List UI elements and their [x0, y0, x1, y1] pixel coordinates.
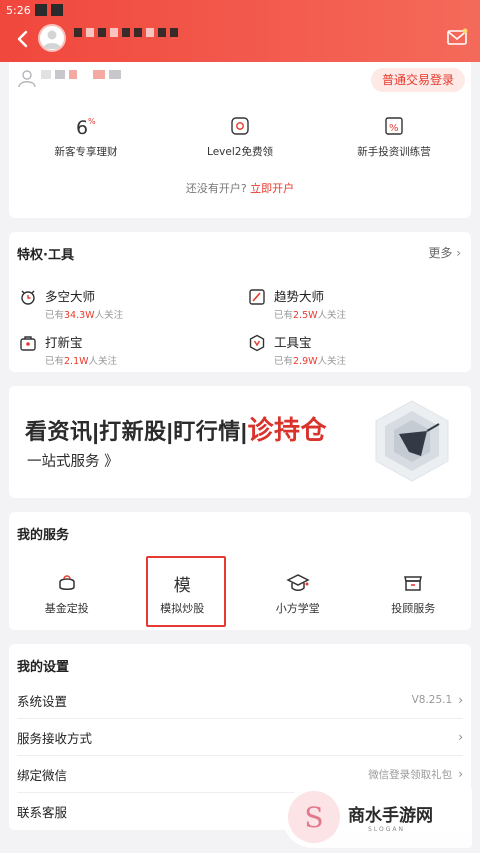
feature-label: 新手投资训练营 — [357, 146, 431, 158]
service-mock-trading[interactable]: 模 模拟炒股 — [125, 556, 241, 627]
chevron-right-icon: › — [456, 246, 461, 260]
account-card: 普通交易登录 6% 新客专享理财 Level2免费领 % 新手投资训练营 还没有… — [9, 62, 471, 218]
tool-daxinbao[interactable]: 打新宝 已有2.1W人关注 — [19, 332, 117, 367]
tool-followers: 已有2.1W人关注 — [45, 356, 118, 367]
back-icon[interactable] — [14, 30, 30, 48]
feature-level2[interactable]: Level2免费领 — [175, 114, 305, 159]
tool-followers: 已有34.3W人关注 — [45, 310, 124, 321]
section-title: 我的设置 — [17, 660, 70, 675]
settings-row-name: 服务接收方式 — [17, 730, 93, 746]
watermark-text: 商水手游网 — [348, 806, 433, 826]
graduation-cap-icon — [240, 568, 356, 598]
privileges-card: 特权·工具 更多 › 多空大师 已有34.3W人关注 趋势大师 已有2.5W人关… — [9, 232, 471, 372]
chevron-right-icon: › — [458, 767, 463, 781]
notification-icon — [50, 4, 63, 16]
banner-subtitle: 一站式服务 》 — [27, 454, 119, 470]
section-title: 我的服务 — [17, 528, 70, 543]
status-bar: 5:26 — [6, 2, 63, 18]
settings-row-name: 系统设置 — [17, 693, 68, 709]
level2-icon — [175, 114, 305, 138]
service-fund-plan[interactable]: 基金定投 — [9, 556, 125, 622]
status-time: 5:26 — [6, 3, 31, 17]
login-button[interactable]: 普通交易登录 — [370, 68, 465, 92]
settings-row-system[interactable]: 系统设置 V8.25.1 › — [17, 682, 463, 719]
settings-row-name: 联系客服 — [17, 805, 68, 820]
service-label: 投顾服务 — [391, 602, 436, 615]
tool-gongjubao[interactable]: 工具宝 已有2.9W人关注 — [248, 332, 346, 367]
watermark-sub: SLOGAN — [368, 826, 405, 833]
open-account-prompt: 还没有开户? — [185, 182, 247, 195]
services-card: 我的服务 基金定投 模 模拟炒股 小方学堂 投顾服务 — [9, 512, 471, 630]
tool-trend[interactable]: 趋势大师 已有2.5W人关注 — [248, 286, 346, 321]
banner-highlight: 诊持仓 — [247, 415, 327, 445]
feature-row: 6% 新客专享理财 Level2免费领 % 新手投资训练营 — [9, 114, 471, 159]
tool-followers: 已有2.9W人关注 — [274, 356, 347, 367]
watermark: S 商水手游网 SLOGAN — [282, 786, 472, 848]
open-account-link[interactable]: 立即开户 — [250, 182, 294, 195]
services-row: 基金定投 模 模拟炒股 小方学堂 投顾服务 — [9, 556, 472, 627]
service-advisor[interactable]: 投顾服务 — [356, 556, 472, 622]
masked-account-id — [41, 70, 121, 79]
shield-icon — [248, 334, 266, 352]
settings-row-receive-method[interactable]: 服务接收方式 › — [17, 719, 463, 756]
feature-training[interactable]: % 新手投资训练营 — [329, 114, 459, 159]
six-percent-icon: 6% — [21, 114, 151, 138]
feature-label: 新客专享理财 — [54, 146, 118, 158]
settings-row-value: V8.25.1 — [411, 694, 453, 706]
chevron-right-icon: › — [458, 693, 463, 707]
promo-banner[interactable]: 看资讯|打新股|盯行情|诊持仓 一站式服务 》 — [9, 386, 471, 498]
tool-name: 趋势大师 — [274, 289, 325, 304]
svg-text:6: 6 — [76, 117, 88, 137]
hexagon-logo-icon — [369, 398, 455, 484]
section-title: 特权·工具 — [17, 248, 74, 263]
tool-name: 工具宝 — [274, 335, 312, 350]
more-label: 更多 — [428, 246, 453, 260]
service-label: 小方学堂 — [275, 602, 320, 615]
mock-glyph: 模 — [173, 575, 191, 596]
app-header: 5:26 — [0, 0, 480, 62]
settings-row-name: 绑定微信 — [17, 767, 68, 783]
notification-icon — [34, 4, 47, 16]
service-label: 模拟炒股 — [160, 602, 205, 615]
banner-headline: 看资讯|打新股|盯行情|诊持仓 — [25, 415, 327, 445]
feature-new-customer[interactable]: 6% 新客专享理财 — [21, 114, 151, 159]
tool-duokong[interactable]: 多空大师 已有34.3W人关注 — [19, 286, 123, 321]
store-icon — [356, 568, 472, 598]
svg-text:%: % — [88, 117, 96, 126]
piggy-bank-icon — [9, 568, 125, 598]
trend-chart-icon — [248, 288, 266, 306]
watermark-logo-icon: S — [288, 791, 340, 843]
tool-name: 打新宝 — [45, 335, 83, 350]
tool-followers: 已有2.5W人关注 — [274, 310, 347, 321]
settings-row-value: 微信登录领取礼包 — [368, 768, 453, 781]
open-account-line: 还没有开户? 立即开户 — [9, 180, 471, 196]
service-label: 基金定投 — [44, 602, 89, 615]
service-school[interactable]: 小方学堂 — [240, 556, 356, 622]
feature-label: Level2免费领 — [207, 146, 273, 158]
avatar[interactable] — [38, 24, 66, 52]
chevron-right-icon: › — [458, 730, 463, 744]
training-icon: % — [329, 114, 459, 138]
bag-icon — [19, 334, 37, 352]
mail-icon[interactable] — [446, 28, 468, 46]
user-icon — [17, 68, 37, 88]
tool-name: 多空大师 — [45, 289, 96, 304]
svg-text:%: % — [389, 123, 399, 134]
more-link[interactable]: 更多 › — [428, 244, 461, 261]
alarm-clock-icon — [19, 288, 37, 306]
masked-username — [74, 28, 178, 37]
